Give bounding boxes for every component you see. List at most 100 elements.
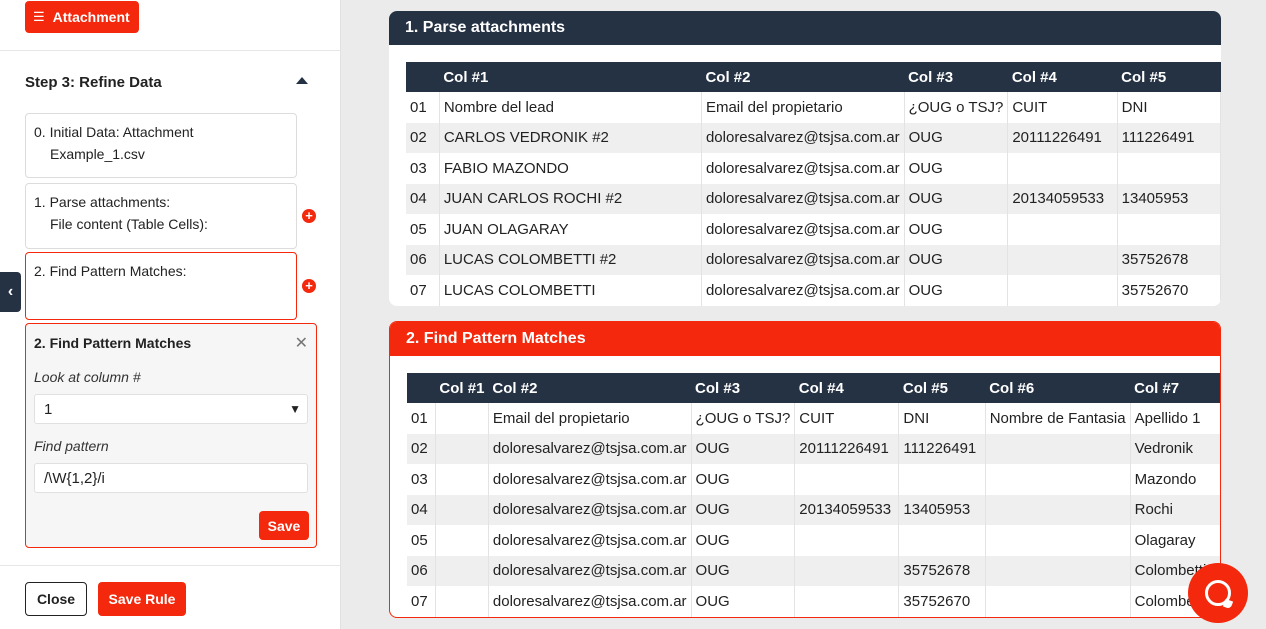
table-cell: doloresalvarez@tsjsa.com.ar — [488, 525, 692, 556]
table-cell: doloresalvarez@tsjsa.com.ar — [488, 586, 692, 617]
close-button[interactable]: Close — [25, 582, 87, 616]
save-button[interactable]: Save — [259, 511, 309, 540]
table-row: 05 JUAN OLAGARAY doloresalvarez@tsjsa.com.… — [406, 214, 1221, 245]
table-cell: Mazondo — [1130, 464, 1220, 495]
table-cell: 13405953 — [1117, 183, 1221, 214]
table-cell: 03 — [407, 464, 436, 495]
step-card-initial-data[interactable]: 0. Initial Data: Attachment Example_1.cs… — [25, 113, 297, 178]
table-cell: 06 — [407, 555, 436, 586]
table-cell: OUG — [691, 433, 796, 464]
table-cell: 07 — [406, 275, 440, 306]
chevron-left-icon: ‹ — [7, 283, 14, 300]
card-line: 1. Parse attachments: — [34, 194, 171, 210]
table-row: 03 doloresalvarez@tsjsa.com.ar OUG Mazondo — [407, 464, 1220, 495]
collapse-sidebar-tab[interactable]: ‹ — [0, 272, 21, 312]
column-select[interactable]: 1 ▼ — [34, 394, 308, 424]
step-card-parse-attachments[interactable]: 1. Parse attachments: File content (Tabl… — [25, 183, 297, 249]
table-cell: OUG — [691, 525, 796, 556]
data-table: Col #1 Col #2 Col #3 Col #4 Col #5 Col #6 Col … — [407, 373, 1220, 617]
attachment-button[interactable]: ☰ Attachment — [25, 1, 139, 33]
collapse-up-icon[interactable] — [296, 77, 308, 84]
table-cell: FABIO MAZONDO — [439, 153, 702, 184]
table-cell: JUAN CARLOS ROCHI #2 — [439, 183, 702, 214]
attachment-button-label: Attachment — [52, 9, 130, 25]
close-icon[interactable]: ✕ — [295, 333, 308, 353]
table-row: 03 FABIO MAZONDO doloresalvarez@tsjsa.com.… — [406, 153, 1221, 184]
table-row: 06 LUCAS COLOMBETTI #2 doloresalvarez@tsjs… — [406, 244, 1221, 275]
table-cell: OUG — [904, 153, 1009, 184]
table-cell — [1007, 275, 1118, 306]
table-cell: 13405953 — [898, 494, 986, 525]
card-line: Example_1.csv — [50, 146, 145, 162]
table-row: 02 CARLOS VEDRONIK #2 doloresalvarez@tsjsa… — [406, 122, 1221, 153]
table-cell: 20134059533 — [794, 494, 900, 525]
table-cell: OUG — [904, 275, 1009, 306]
column-header: Col #1 — [435, 373, 489, 403]
table-cell: doloresalvarez@tsjsa.com.ar — [701, 183, 905, 214]
add-step-icon[interactable]: + — [302, 279, 316, 293]
table-cell — [985, 555, 1131, 586]
card-line: 0. Initial Data: Attachment — [34, 124, 194, 140]
table-cell — [985, 525, 1131, 556]
table-cell: 05 — [406, 214, 440, 245]
table-cell: 35752678 — [1117, 244, 1221, 275]
column-select-value: 1 — [44, 401, 53, 418]
table-cell: 04 — [406, 183, 440, 214]
add-step-icon[interactable]: + — [302, 209, 316, 223]
table-cell — [985, 433, 1131, 464]
table-cell — [794, 525, 900, 556]
table-cell: 111226491 — [1117, 122, 1221, 153]
table-cell: 20134059533 — [1007, 183, 1118, 214]
table-cell — [794, 555, 900, 586]
left-panel: ☰ Attachment Step 3: Refine Data 0. Init… — [0, 0, 341, 629]
table-cell: CUIT — [794, 403, 900, 434]
table-cell: doloresalvarez@tsjsa.com.ar — [701, 122, 905, 153]
table-cell: DNI — [1117, 92, 1221, 123]
table-cell: doloresalvarez@tsjsa.com.ar — [701, 153, 905, 184]
table-row: 05 doloresalvarez@tsjsa.com.ar OUG Olagaray — [407, 525, 1220, 556]
table-cell: doloresalvarez@tsjsa.com.ar — [488, 555, 692, 586]
table-cell: 01 — [406, 92, 440, 123]
step-card-find-pattern[interactable]: 2. Find Pattern Matches: — [25, 252, 297, 320]
table-cell: Nombre del lead — [439, 92, 702, 123]
table-scroll[interactable]: Col #1 Col #2 Col #3 Col #4 Col #5 Col #6 Col … — [407, 373, 1220, 617]
table-cell: LUCAS COLOMBETTI #2 — [439, 244, 702, 275]
table-cell: LUCAS COLOMBETTI — [439, 275, 702, 306]
table-cell: Olagaray — [1130, 525, 1220, 556]
table-row: 07 LUCAS COLOMBETTI doloresalvarez@tsjsa.c… — [406, 275, 1221, 306]
table-cell: 05 — [407, 525, 436, 556]
parse-attachments-panel: 1. Parse attachments Col #1 Col #2 Col #3 C… — [389, 11, 1221, 306]
data-table: Col #1 Col #2 Col #3 Col #4 Col #5 01 Nombre … — [406, 62, 1221, 306]
pattern-label: Find pattern — [34, 438, 109, 454]
table-row: 01 Nombre del lead Email del propietario ¿O… — [406, 92, 1221, 123]
table-cell: 03 — [406, 153, 440, 184]
table-cell — [1117, 214, 1221, 245]
column-header: Col #3 — [904, 62, 1008, 92]
chat-button[interactable] — [1188, 563, 1248, 623]
table-cell: ¿OUG o TSJ? — [691, 403, 796, 434]
table-row: 01 Email del propietario ¿OUG o TSJ? CUIT DN… — [407, 403, 1220, 434]
table-cell: 06 — [406, 244, 440, 275]
table-cell: CUIT — [1007, 92, 1118, 123]
table-cell — [985, 586, 1131, 617]
table-cell — [435, 494, 489, 525]
table-cell: JUAN OLAGARAY — [439, 214, 702, 245]
table-cell: 02 — [407, 433, 436, 464]
table-cell — [985, 494, 1131, 525]
table-cell: Email del propietario — [488, 403, 692, 434]
table-cell — [1007, 244, 1118, 275]
divider — [0, 565, 341, 566]
table-row: 04 JUAN CARLOS ROCHI #2 doloresalvarez@tsj… — [406, 183, 1221, 214]
chevron-down-icon: ▼ — [289, 402, 301, 416]
save-rule-button[interactable]: Save Rule — [98, 582, 186, 616]
table-cell: Email del propietario — [701, 92, 905, 123]
table-row: 02 doloresalvarez@tsjsa.com.ar OUG 20111226… — [407, 433, 1220, 464]
table-cell: doloresalvarez@tsjsa.com.ar — [488, 464, 692, 495]
table-cell: doloresalvarez@tsjsa.com.ar — [701, 244, 905, 275]
table-cell: doloresalvarez@tsjsa.com.ar — [701, 275, 905, 306]
pattern-input[interactable]: /\W{1,2}/i — [34, 463, 308, 493]
table-cell: OUG — [691, 464, 796, 495]
table-cell — [435, 586, 489, 617]
table-scroll[interactable]: Col #1 Col #2 Col #3 Col #4 Col #5 01 Nombre … — [406, 62, 1221, 306]
table-cell: 02 — [406, 122, 440, 153]
